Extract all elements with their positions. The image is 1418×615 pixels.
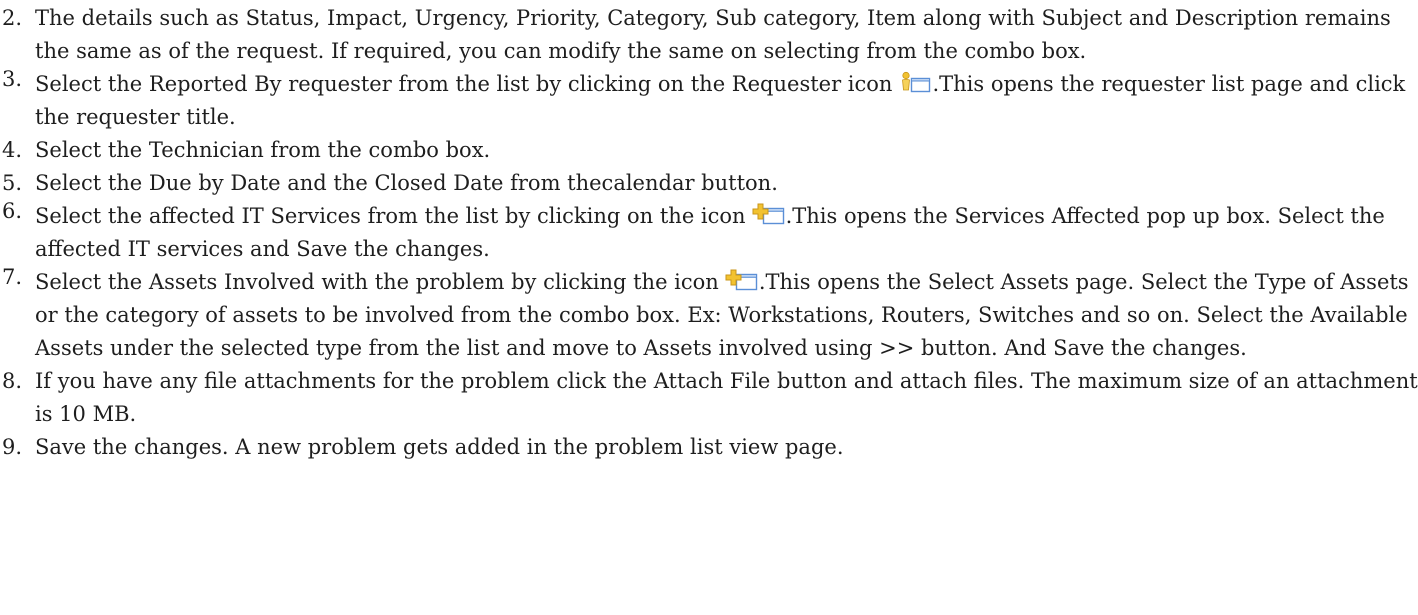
- steps-list: 2. The details such as Status, Impact, U…: [0, 2, 1418, 464]
- list-item: 3. Select the Reported By requester from…: [0, 67, 1418, 134]
- document-page: 2. The details such as Status, Impact, U…: [0, 0, 1418, 615]
- step-text: The details such as Status, Impact, Urge…: [35, 6, 1391, 63]
- add-icon: [752, 203, 786, 225]
- step-text: If you have any file attachments for the…: [35, 369, 1418, 426]
- step-text: Select the Assets Involved with the prob…: [35, 270, 719, 294]
- step-text: Select the Technician from the combo box…: [35, 138, 491, 162]
- step-text: Select the affected IT Services from the…: [35, 204, 746, 228]
- list-item: 9. Save the changes. A new problem gets …: [0, 431, 1418, 464]
- step-text: Select the Reported By requester from th…: [35, 72, 893, 96]
- list-item: 6. Select the affected IT Services from …: [0, 199, 1418, 266]
- list-item: 7. Select the Assets Involved with the p…: [0, 265, 1418, 365]
- step-number: 6.: [2, 199, 23, 223]
- step-text: Save the changes. A new problem gets add…: [35, 435, 844, 459]
- list-item: 2. The details such as Status, Impact, U…: [0, 2, 1418, 68]
- list-item: 8. If you have any file attachments for …: [0, 365, 1418, 431]
- add-icon: [725, 269, 759, 291]
- step-number: 3.: [2, 67, 23, 91]
- step-text: Select the Due by Date and the Closed Da…: [35, 171, 778, 195]
- step-number: 4.: [2, 138, 23, 162]
- list-item: 5. Select the Due by Date and the Closed…: [0, 167, 1418, 200]
- step-number: 2.: [2, 6, 23, 30]
- list-item: 4. Select the Technician from the combo …: [0, 134, 1418, 167]
- step-number: 9.: [2, 435, 23, 459]
- step-number: 8.: [2, 369, 23, 393]
- requester-icon: [898, 71, 932, 93]
- step-number: 7.: [2, 265, 23, 289]
